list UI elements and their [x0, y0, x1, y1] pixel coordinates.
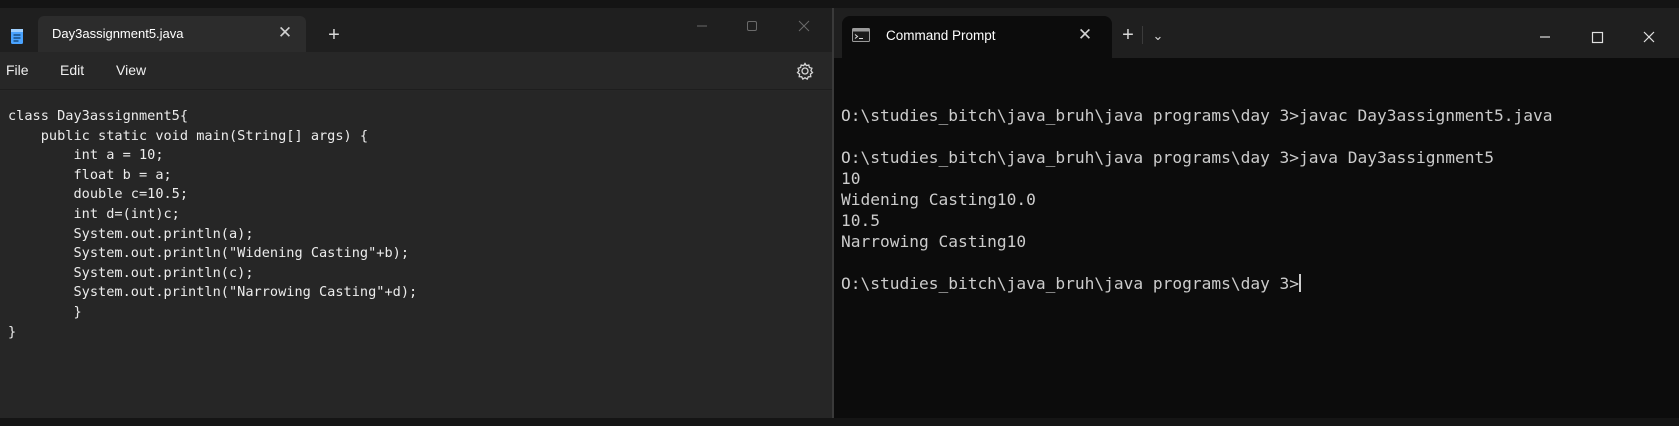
- menu-file[interactable]: File: [6, 62, 29, 78]
- notepad-titlebar[interactable]: Day3assignment5.java ✕ +: [0, 8, 832, 52]
- desktop-bottom-strip: [0, 418, 1679, 426]
- code-line: double c=10.5;: [8, 186, 189, 203]
- console-line-text: Narrowing Casting10: [841, 232, 1027, 251]
- console-line: 10.5: [841, 210, 1552, 231]
- text-cursor: [1299, 274, 1302, 292]
- notepad-editor[interactable]: class Day3assignment5{ public static voi…: [0, 91, 832, 418]
- gear-icon[interactable]: [794, 60, 816, 82]
- code-line: public static void main(String[] args) {: [8, 127, 369, 144]
- code-line: }: [8, 303, 82, 320]
- notepad-menubar: File Edit View: [0, 52, 832, 90]
- maximize-icon[interactable]: [732, 14, 772, 38]
- command-prompt-tab[interactable]: Command Prompt ✕: [842, 16, 1112, 58]
- console-line: O:\studies_bitch\java_bruh\java programs…: [841, 105, 1552, 126]
- console-text: O:\studies_bitch\java_bruh\java programs…: [841, 84, 1552, 294]
- notepad-tab[interactable]: Day3assignment5.java ✕: [38, 16, 306, 52]
- chevron-down-icon[interactable]: ⌄: [1146, 24, 1170, 48]
- notepad-icon: [8, 27, 26, 45]
- console-line: 10: [841, 168, 1552, 189]
- console-line-text: O:\studies_bitch\java_bruh\java programs…: [841, 148, 1494, 167]
- notepad-new-tab-button[interactable]: +: [322, 23, 346, 47]
- command-prompt-tab-close-icon[interactable]: ✕: [1074, 24, 1096, 46]
- code-line: int d=(int)c;: [8, 205, 180, 222]
- maximize-icon[interactable]: [1574, 20, 1620, 54]
- code-line: System.out.println(a);: [8, 225, 254, 242]
- console-line-text: 10: [841, 169, 861, 188]
- console-line: O:\studies_bitch\java_bruh\java programs…: [841, 147, 1552, 168]
- notepad-tab-close-icon[interactable]: ✕: [274, 22, 296, 44]
- code-line: System.out.println("Narrowing Casting"+d…: [8, 284, 418, 301]
- console-line-text: 10.5: [841, 211, 880, 230]
- close-icon[interactable]: [784, 14, 824, 38]
- code-line: System.out.println(c);: [8, 264, 254, 281]
- console-line: Narrowing Casting10: [841, 231, 1552, 252]
- code-line: }: [8, 323, 17, 340]
- menu-view[interactable]: View: [116, 62, 146, 78]
- console-line: O:\studies_bitch\java_bruh\java programs…: [841, 273, 1552, 294]
- menu-edit[interactable]: Edit: [60, 62, 84, 78]
- console-line-text: O:\studies_bitch\java_bruh\java programs…: [841, 274, 1300, 293]
- terminal-new-tab-button[interactable]: +: [1116, 23, 1140, 47]
- code-line: System.out.println("Widening Casting"+b)…: [8, 245, 410, 262]
- code-text[interactable]: class Day3assignment5{ public static voi…: [8, 107, 417, 342]
- minimize-icon[interactable]: [682, 14, 722, 38]
- console-line-text: Widening Casting10.0: [841, 190, 1036, 209]
- close-icon[interactable]: [1626, 20, 1672, 54]
- command-prompt-titlebar[interactable]: Command Prompt ✕ + ⌄: [834, 8, 1679, 58]
- notepad-window: Day3assignment5.java ✕ + File Edit View: [0, 8, 832, 418]
- console-output[interactable]: O:\studies_bitch\java_bruh\java programs…: [834, 58, 1679, 418]
- tab-separator: [1142, 26, 1143, 44]
- console-line: Widening Casting10.0: [841, 189, 1552, 210]
- code-line: int a = 10;: [8, 147, 164, 164]
- desktop-top-strip: [0, 0, 1679, 8]
- command-prompt-tab-title: Command Prompt: [886, 28, 996, 43]
- code-line: class Day3assignment5{: [8, 108, 189, 124]
- terminal-icon: [852, 28, 870, 42]
- command-prompt-window: Command Prompt ✕ + ⌄ O:\studies_bitch\ja…: [834, 8, 1679, 418]
- code-line: float b = a;: [8, 166, 172, 183]
- minimize-icon[interactable]: [1522, 20, 1568, 54]
- notepad-tab-title: Day3assignment5.java: [52, 26, 184, 41]
- console-line-text: O:\studies_bitch\java_bruh\java programs…: [841, 106, 1553, 125]
